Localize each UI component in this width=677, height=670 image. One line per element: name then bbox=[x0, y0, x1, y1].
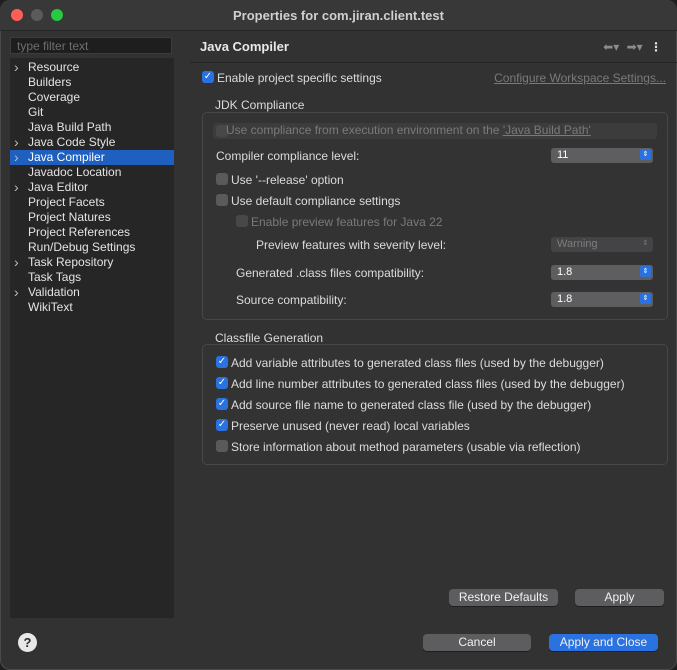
tree-item-label: Java Editor bbox=[28, 180, 89, 194]
tree-item[interactable]: › Validation bbox=[10, 285, 174, 300]
enable-preview-checkbox[interactable] bbox=[236, 215, 248, 227]
enable-preview-label: Enable preview features for Java 22 bbox=[251, 215, 443, 229]
source-compat-label: Source compatibility: bbox=[236, 293, 347, 307]
forward-arrow-icon[interactable]: ➡▾ bbox=[627, 40, 643, 54]
tree-item[interactable]: Java Build Path bbox=[10, 120, 174, 135]
select-chevron-icon: ⇕ bbox=[640, 266, 651, 277]
apply-and-close-button[interactable]: Apply and Close bbox=[549, 634, 658, 651]
tree-item[interactable]: Project Facets bbox=[10, 195, 174, 210]
apply-button[interactable]: Apply bbox=[575, 589, 664, 606]
title-bar: Properties for com.jiran.client.test bbox=[0, 0, 677, 31]
tree-item[interactable]: › Resource bbox=[10, 60, 174, 75]
compliance-level-select[interactable]: 11 ⇕ bbox=[551, 148, 653, 163]
tree-item-label: Task Repository bbox=[28, 255, 114, 269]
tree-item[interactable]: Coverage bbox=[10, 90, 174, 105]
use-release-label: Use '--release' option bbox=[231, 173, 344, 187]
classfile-option-label: Store information about method parameter… bbox=[231, 440, 581, 454]
classfile-option-checkbox[interactable]: ✓ bbox=[216, 356, 228, 368]
tree-item-label: Project Facets bbox=[28, 195, 105, 209]
preference-tree: › Resource Builders Coverage Git Java Build P… bbox=[10, 58, 174, 618]
enable-specific-label: Enable project specific settings bbox=[217, 71, 382, 85]
tree-item[interactable]: Project References bbox=[10, 225, 174, 240]
properties-dialog: Properties for com.jiran.client.test typ… bbox=[0, 0, 677, 670]
configure-workspace-link[interactable]: Configure Workspace Settings... bbox=[494, 71, 666, 85]
preview-severity-label: Preview features with severity level: bbox=[256, 238, 447, 252]
enable-specific-checkbox[interactable]: ✓ bbox=[202, 71, 214, 83]
preview-severity-select[interactable]: Warning ⇕ bbox=[551, 237, 653, 252]
compliance-level-label: Compiler compliance level: bbox=[216, 149, 360, 163]
tree-item-label: Task Tags bbox=[28, 270, 82, 284]
tree-item-label: Builders bbox=[28, 75, 72, 89]
tree-item-label: Run/Debug Settings bbox=[28, 240, 136, 254]
tree-item-label: WikiText bbox=[28, 300, 73, 314]
history-nav: ⬅▾ ➡▾ ⋮ bbox=[599, 40, 662, 54]
classfile-generation-label: Classfile Generation bbox=[215, 331, 324, 345]
select-chevron-icon: ⇕ bbox=[640, 149, 651, 160]
tree-item-label: Java Build Path bbox=[28, 120, 112, 134]
tree-item[interactable]: Git bbox=[10, 105, 174, 120]
java-build-path-link[interactable]: 'Java Build Path' bbox=[503, 123, 591, 137]
classfile-option-checkbox[interactable] bbox=[216, 440, 228, 452]
expand-chevron-icon[interactable]: › bbox=[14, 180, 22, 194]
restore-defaults-button[interactable]: Restore Defaults bbox=[449, 589, 558, 606]
page-title: Java Compiler bbox=[200, 39, 289, 54]
tree-item[interactable]: Task Tags bbox=[10, 270, 174, 285]
tree-item[interactable]: › Java Compiler bbox=[10, 150, 174, 165]
classfile-option-checkbox[interactable]: ✓ bbox=[216, 419, 228, 431]
expand-chevron-icon[interactable]: › bbox=[14, 150, 22, 164]
back-arrow-icon[interactable]: ⬅▾ bbox=[603, 40, 619, 54]
tree-item-label: Java Code Style bbox=[28, 135, 116, 149]
help-icon[interactable]: ? bbox=[18, 633, 37, 652]
tree-item[interactable]: › Task Repository bbox=[10, 255, 174, 270]
classfile-option-label: Add line number attributes to generated … bbox=[231, 377, 625, 391]
tree-item[interactable]: Javadoc Location bbox=[10, 165, 174, 180]
classfile-option-label: Preserve unused (never read) local varia… bbox=[231, 419, 470, 433]
expand-chevron-icon[interactable]: › bbox=[14, 60, 22, 74]
use-default-label: Use default compliance settings bbox=[231, 194, 401, 208]
select-chevron-icon: ⇕ bbox=[640, 293, 651, 304]
expand-chevron-icon[interactable]: › bbox=[14, 135, 22, 149]
expand-chevron-icon[interactable]: › bbox=[14, 255, 22, 269]
tree-item[interactable]: Run/Debug Settings bbox=[10, 240, 174, 255]
tree-item[interactable]: Project Natures bbox=[10, 210, 174, 225]
classfile-generation-group: ✓ Add variable attributes to generated cl… bbox=[202, 344, 668, 465]
classfile-option-checkbox[interactable]: ✓ bbox=[216, 398, 228, 410]
classfile-option-checkbox[interactable]: ✓ bbox=[216, 377, 228, 389]
view-menu-icon[interactable]: ⋮ bbox=[650, 40, 662, 54]
tree-item-label: Java Compiler bbox=[28, 150, 105, 164]
filter-input[interactable]: type filter text bbox=[10, 37, 172, 54]
source-compat-select[interactable]: 1.8 ⇕ bbox=[551, 292, 653, 307]
tree-item-label: Project References bbox=[28, 225, 131, 239]
class-compat-select[interactable]: 1.8 ⇕ bbox=[551, 265, 653, 280]
cancel-button[interactable]: Cancel bbox=[423, 634, 531, 651]
tree-item-label: Validation bbox=[28, 285, 80, 299]
tree-item[interactable]: Builders bbox=[10, 75, 174, 90]
tree-item[interactable]: › Java Code Style bbox=[10, 135, 174, 150]
jdk-compliance-group: Use compliance from execution environmen… bbox=[202, 112, 668, 320]
use-release-checkbox[interactable] bbox=[216, 173, 228, 185]
tree-item-label: Coverage bbox=[28, 90, 81, 104]
classfile-option-label: Add variable attributes to generated cla… bbox=[231, 356, 604, 370]
use-ee-label: Use compliance from execution environmen… bbox=[226, 123, 591, 137]
classfile-option-label: Add source file name to generated class … bbox=[231, 398, 592, 412]
tree-item-label: Git bbox=[28, 105, 44, 119]
jdk-compliance-label: JDK Compliance bbox=[215, 98, 305, 112]
expand-chevron-icon[interactable]: › bbox=[14, 285, 22, 299]
class-compat-label: Generated .class files compatibility: bbox=[236, 266, 425, 280]
tree-item[interactable]: › Java Editor bbox=[10, 180, 174, 195]
main-panel: Java Compiler ⬅▾ ➡▾ ⋮ ✓ Enable project s… bbox=[190, 30, 677, 630]
window-title: Properties for com.jiran.client.test bbox=[233, 8, 444, 23]
select-chevron-icon: ⇕ bbox=[642, 240, 649, 247]
tree-item-label: Project Natures bbox=[28, 210, 111, 224]
use-default-checkbox[interactable] bbox=[216, 194, 228, 206]
header-divider bbox=[190, 62, 677, 63]
tree-item-label: Javadoc Location bbox=[28, 165, 122, 179]
tree-item-label: Resource bbox=[28, 60, 80, 74]
tree-item[interactable]: WikiText bbox=[10, 300, 174, 315]
